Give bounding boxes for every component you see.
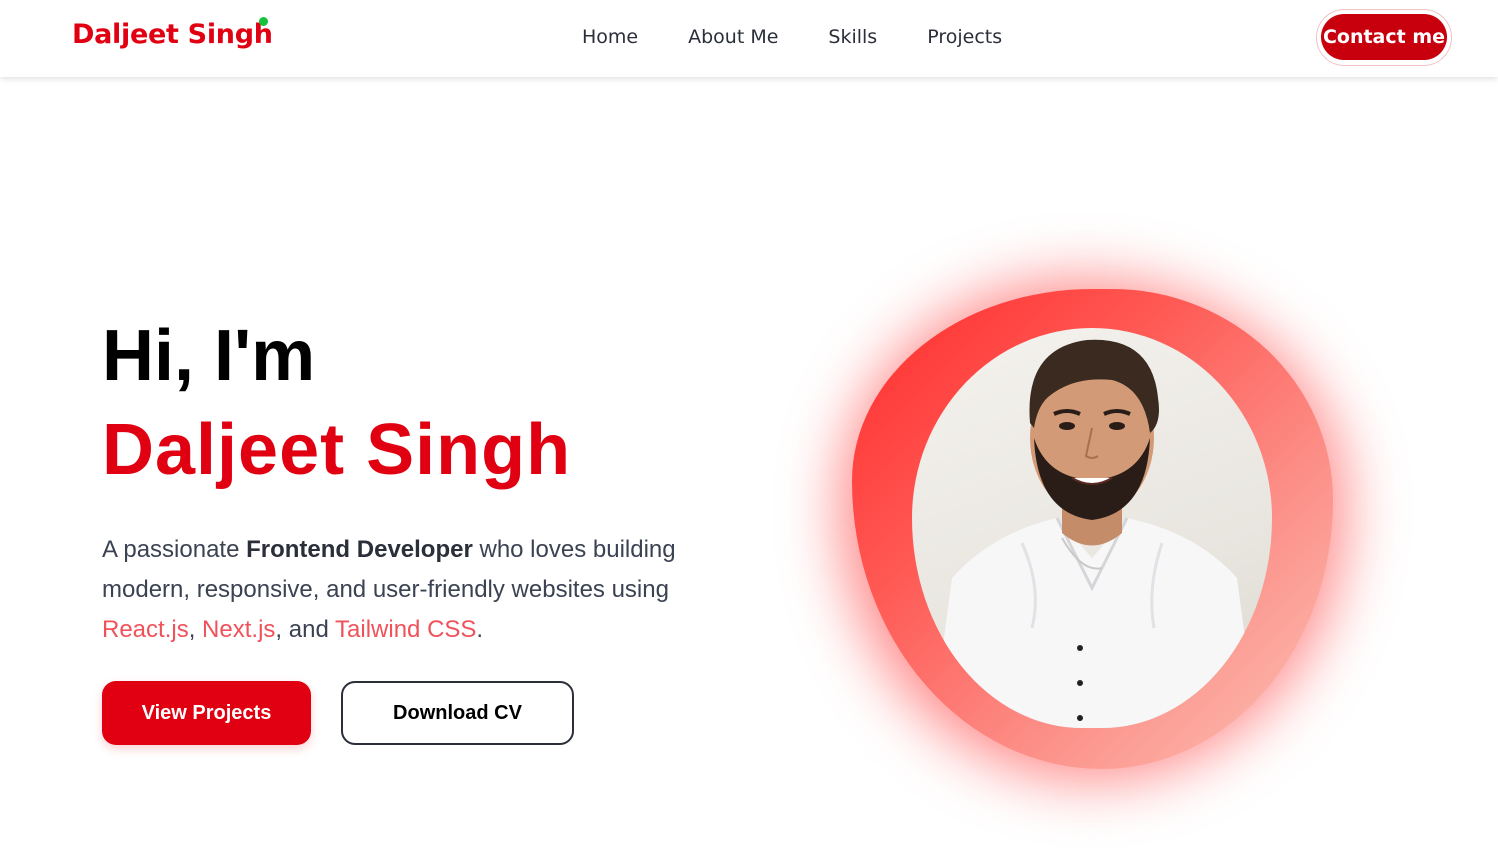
desc-sep-2: , and bbox=[275, 616, 336, 643]
online-status-dot bbox=[259, 17, 268, 26]
nav-home-link[interactable]: Home bbox=[582, 26, 638, 48]
hero-greeting: Hi, I'm bbox=[102, 316, 316, 396]
hero-name: Daljeet Singh bbox=[102, 410, 572, 490]
desc-end: . bbox=[476, 616, 484, 643]
profile-photo-illustration bbox=[932, 339, 1257, 728]
view-projects-button[interactable]: View Projects bbox=[102, 681, 311, 745]
tech-react: React.js bbox=[102, 616, 189, 643]
desc-start: A passionate bbox=[102, 536, 247, 563]
desc-role: Frontend Developer bbox=[246, 536, 473, 563]
brand-logo[interactable]: Daljeet Singh bbox=[72, 19, 273, 50]
navbar: Daljeet Singh Home About Me Skills Proje… bbox=[0, 0, 1498, 77]
nav-skills-link[interactable]: Skills bbox=[828, 26, 877, 48]
nav-about-link[interactable]: About Me bbox=[688, 26, 778, 48]
desc-sep-1: , bbox=[188, 616, 203, 643]
nav-links: Home About Me Skills Projects bbox=[582, 26, 1002, 48]
tech-next: Next.js bbox=[202, 616, 276, 643]
tech-tailwind: Tailwind CSS bbox=[335, 616, 477, 643]
download-cv-button[interactable]: Download CV bbox=[341, 681, 574, 745]
nav-projects-link[interactable]: Projects bbox=[927, 26, 1002, 48]
contact-button[interactable]: Contact me bbox=[1321, 14, 1447, 60]
profile-photo bbox=[912, 328, 1272, 728]
hero-description: A passionate Frontend Developer who love… bbox=[102, 530, 722, 650]
